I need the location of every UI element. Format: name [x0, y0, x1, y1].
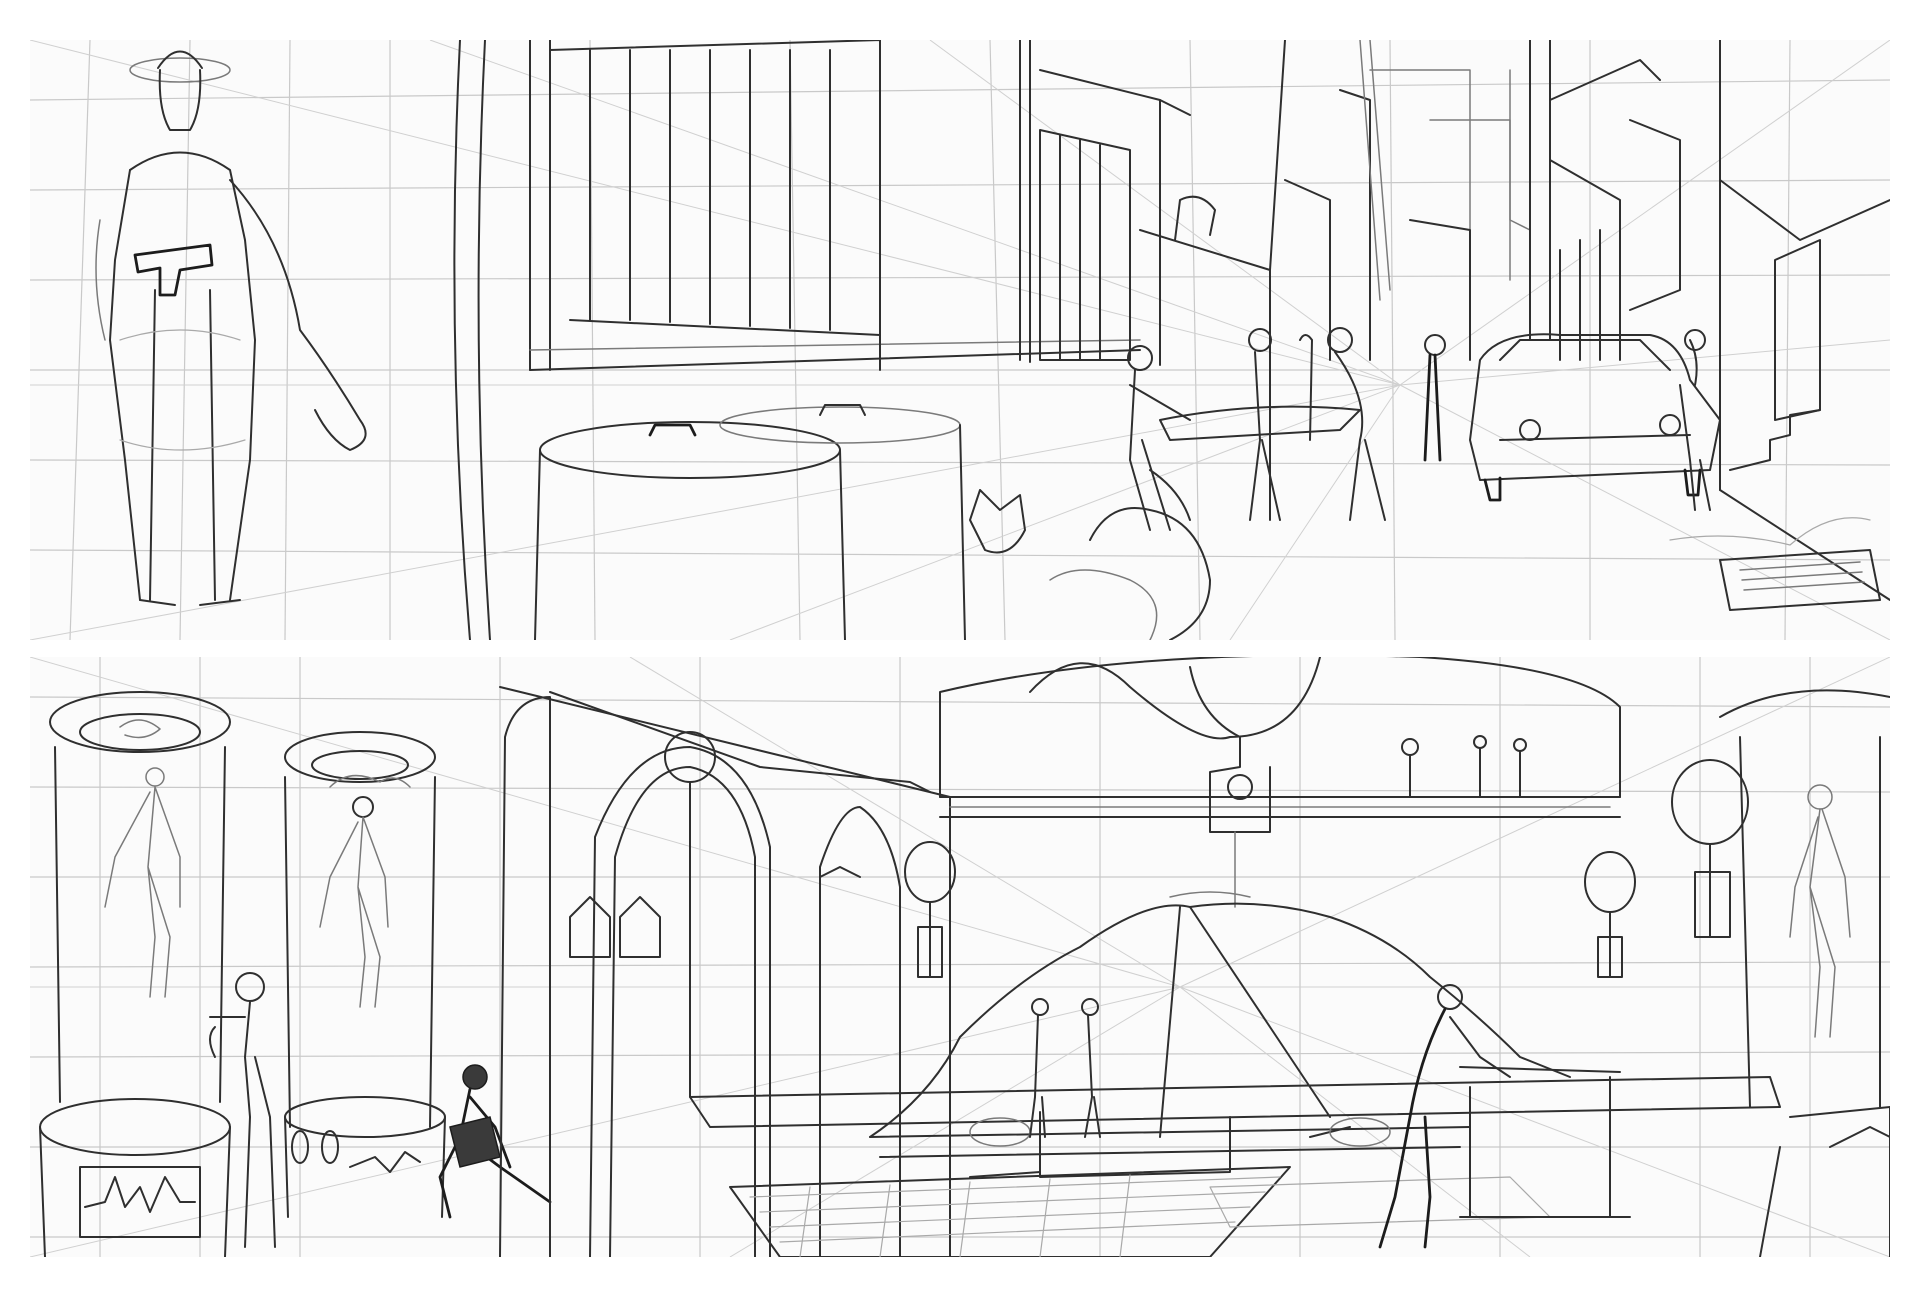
figure-with-hat — [95, 50, 367, 606]
stasis-tube-left — [39, 691, 231, 1257]
figures-left-foreground — [209, 972, 552, 1248]
stasis-tube-right — [1719, 689, 1890, 1257]
car-parked — [1469, 329, 1721, 511]
stasis-tube-center-left — [284, 731, 446, 1218]
sketch-sheet — [0, 0, 1920, 1313]
background-buildings — [1369, 40, 1890, 601]
trash-cans — [534, 404, 966, 640]
figures-carrying-group — [1127, 327, 1446, 531]
lab-scene-drawing — [30, 657, 1890, 1257]
panel-lab-scene — [30, 657, 1890, 1257]
panel-street-scene — [30, 40, 1890, 640]
archway-left — [499, 686, 951, 1257]
central-bridge — [939, 657, 1621, 908]
street-scene-drawing — [30, 40, 1890, 640]
street-grate — [1669, 517, 1881, 611]
floor-grate — [729, 1166, 1551, 1257]
central-machine — [689, 891, 1781, 1178]
